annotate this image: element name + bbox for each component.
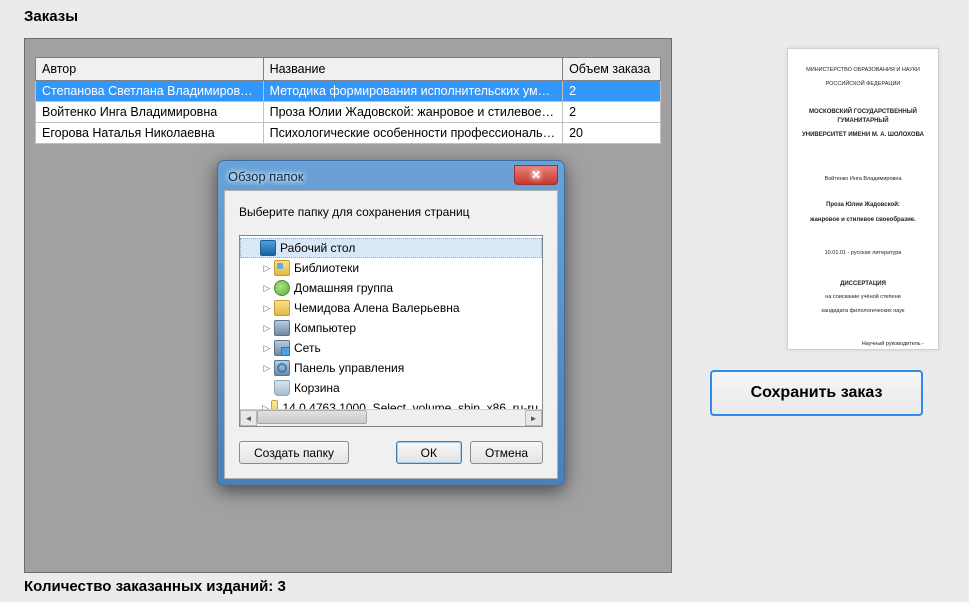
tree-item[interactable]: Корзина xyxy=(240,378,542,398)
expand-icon[interactable]: ▷ xyxy=(262,363,272,374)
dialog-body: Выберите папку для сохранения страниц Ра… xyxy=(224,190,558,479)
close-icon: ✕ xyxy=(531,168,541,182)
tree-item-label: Домашняя группа xyxy=(294,281,393,295)
preview-text: кандидата филологических наук xyxy=(796,308,930,316)
col-header-volume[interactable]: Объем заказа xyxy=(563,58,661,81)
cancel-button[interactable]: Отмена xyxy=(470,441,543,464)
scroll-track[interactable] xyxy=(257,410,525,426)
desktop-icon xyxy=(260,240,276,256)
bin-icon xyxy=(274,380,290,396)
tree-item-label: Рабочий стол xyxy=(280,241,355,255)
folder-tree[interactable]: Рабочий стол▷Библиотеки▷Домашняя группа▷… xyxy=(239,235,543,427)
lib-icon xyxy=(274,260,290,276)
dialog-titlebar[interactable]: Обзор папок ✕ xyxy=(224,167,558,190)
preview-text: МИНИСТЕРСТВО ОБРАЗОВАНИЯ И НАУКИ xyxy=(796,67,930,75)
expand-icon[interactable]: ▷ xyxy=(262,323,272,334)
tree-item[interactable]: ▷ Домашняя группа xyxy=(240,278,542,298)
preview-text: МОСКОВСКИЙ ГОСУДАРСТВЕННЫЙ ГУМАНИТАРНЫЙ xyxy=(796,108,930,125)
scroll-left-button[interactable]: ◄ xyxy=(240,410,257,426)
cell-title: Психологические особенности профессионал… xyxy=(263,123,562,144)
expand-icon[interactable]: ▷ xyxy=(262,343,272,354)
tree-item[interactable]: Рабочий стол xyxy=(240,238,542,258)
cell-volume: 2 xyxy=(563,81,661,102)
ok-button[interactable]: ОК xyxy=(396,441,462,464)
orders-count-label: Количество заказанных изданий: 3 xyxy=(24,578,286,595)
user-icon xyxy=(274,300,290,316)
cell-volume: 20 xyxy=(563,123,661,144)
table-row[interactable]: Степанова Светлана Владимировна...Методи… xyxy=(36,81,661,102)
preview-text: УНИВЕРСИТЕТ ИМЕНИ М. А. ШОЛОХОВА xyxy=(796,131,930,139)
document-preview: МИНИСТЕРСТВО ОБРАЗОВАНИЯ И НАУКИ РОССИЙС… xyxy=(787,48,939,350)
cell-author: Егорова Наталья Николаевна xyxy=(36,123,264,144)
orders-table: Автор Название Объем заказа Степанова Св… xyxy=(35,57,661,144)
dialog-close-button[interactable]: ✕ xyxy=(514,165,558,185)
page-title: Заказы xyxy=(24,8,78,25)
tree-item[interactable]: ▷ Компьютер xyxy=(240,318,542,338)
table-row[interactable]: Егорова Наталья НиколаевнаПсихологически… xyxy=(36,123,661,144)
tree-item-label: Чемидова Алена Валерьевна xyxy=(294,301,460,315)
cell-title: Проза Юлии Жадовской: жанровое и стилево… xyxy=(263,102,562,123)
folder-browse-dialog: Обзор папок ✕ Выберите папку для сохране… xyxy=(217,160,565,486)
dialog-prompt: Выберите папку для сохранения страниц xyxy=(239,205,543,219)
net-icon xyxy=(274,340,290,356)
preview-text: РОССИЙСКОЙ ФЕДЕРАЦИИ xyxy=(796,81,930,89)
table-row[interactable]: Войтенко Инга ВладимировнаПроза Юлии Жад… xyxy=(36,102,661,123)
scroll-right-button[interactable]: ► xyxy=(525,410,542,426)
tree-item-label: Корзина xyxy=(294,381,340,395)
preview-text: жанровое и стилевое своеобразие. xyxy=(796,216,930,224)
new-folder-button[interactable]: Создать папку xyxy=(239,441,349,464)
tree-item[interactable]: ▷ Сеть xyxy=(240,338,542,358)
col-header-title[interactable]: Название xyxy=(263,58,562,81)
tree-item[interactable]: ▷ Библиотеки xyxy=(240,258,542,278)
preview-text: 10.01.01 - русская литература xyxy=(796,250,930,258)
tree-item[interactable]: ▷ Чемидова Алена Валерьевна xyxy=(240,298,542,318)
comp-icon xyxy=(274,320,290,336)
home-icon xyxy=(274,280,290,296)
tree-item-label: Сеть xyxy=(294,341,321,355)
preview-text: Научный руководитель - xyxy=(796,341,930,349)
horizontal-scrollbar[interactable]: ◄ ► xyxy=(240,409,542,426)
expand-icon[interactable]: ▷ xyxy=(262,283,272,294)
scroll-thumb[interactable] xyxy=(257,410,367,424)
dialog-title-text: Обзор папок xyxy=(228,169,303,184)
cell-author: Войтенко Инга Владимировна xyxy=(36,102,264,123)
preview-text: Войтенко Инга Владимировна xyxy=(796,176,930,184)
cell-volume: 2 xyxy=(563,102,661,123)
col-header-author[interactable]: Автор xyxy=(36,58,264,81)
save-order-button[interactable]: Сохранить заказ xyxy=(710,370,923,416)
preview-text: Проза Юлии Жадовской: xyxy=(796,201,930,209)
expand-icon[interactable]: ▷ xyxy=(262,303,272,314)
tree-item[interactable]: ▷ Панель управления xyxy=(240,358,542,378)
expand-icon[interactable]: ▷ xyxy=(262,263,272,274)
preview-text: ДИССЕРТАЦИЯ xyxy=(796,280,930,288)
orders-header-row: Автор Название Объем заказа xyxy=(36,58,661,81)
tree-item-label: Компьютер xyxy=(294,321,356,335)
cell-title: Методика формирования исполнительских ум… xyxy=(263,81,562,102)
tree-item-label: Панель управления xyxy=(294,361,404,375)
tree-item-label: Библиотеки xyxy=(294,261,359,275)
preview-text: на соискание учёной степени xyxy=(796,294,930,302)
cell-author: Степанова Светлана Владимировна... xyxy=(36,81,264,102)
ctl-icon xyxy=(274,360,290,376)
